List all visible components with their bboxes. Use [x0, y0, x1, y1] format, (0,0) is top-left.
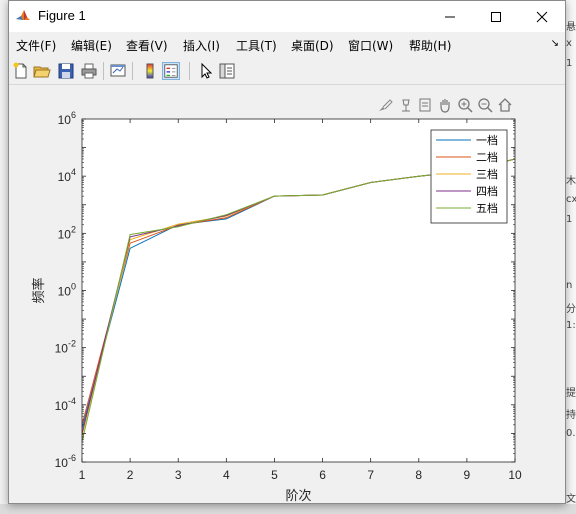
x-tick-label: 5 — [271, 468, 278, 482]
x-tick-label: 6 — [319, 468, 326, 482]
figure-window: Figure 1 文件(F) 编辑(E) 查看(V) 插入(I) 工具(T) 桌… — [8, 0, 566, 504]
x-tick-label: 4 — [223, 468, 230, 482]
bg-text: cx — [566, 194, 576, 205]
line-chart: 1 2 3 4 5 6 7 8 9 10 10-6 10-4 10-2 100 102 104 106 阶次 频率 一… — [31, 110, 522, 504]
bg-text: 提 — [566, 388, 576, 399]
bg-text: 分 — [566, 304, 576, 315]
legend-label: 二档 — [476, 150, 498, 164]
bg-text: 1: — [566, 320, 576, 331]
y-tick-label: 10-4 — [55, 396, 76, 413]
bg-text: 0. — [566, 428, 576, 439]
y-axis-label: 频率 — [31, 277, 47, 303]
x-axis-label: 阶次 — [285, 488, 311, 504]
bg-text: 悬 — [566, 22, 576, 33]
y-tick-label: 10-2 — [55, 339, 76, 356]
x-tick-label: 2 — [127, 468, 134, 482]
y-tick-label: 100 — [58, 282, 76, 299]
x-tick-label: 9 — [464, 468, 471, 482]
x-tick-label: 8 — [415, 468, 422, 482]
legend-label: 四档 — [476, 184, 498, 198]
y-tick-label: 10-6 — [55, 453, 76, 470]
x-tick-label: 10 — [508, 468, 522, 482]
y-tick-label: 102 — [58, 224, 76, 241]
x-tick-label: 7 — [367, 468, 374, 482]
legend-label: 五档 — [476, 201, 498, 215]
y-tick-label: 104 — [58, 167, 76, 184]
y-tick-label: 106 — [58, 110, 76, 127]
x-tick-label: 3 — [175, 468, 182, 482]
background-strip — [0, 504, 576, 514]
legend-label: 三档 — [476, 167, 498, 181]
bg-text: 文 — [566, 494, 576, 505]
bg-text: 持 — [566, 410, 576, 421]
x-tick-label: 1 — [79, 468, 86, 482]
legend: 一档二档三档四档五档 — [430, 129, 508, 224]
bg-text: 木 — [566, 176, 576, 187]
legend-label: 一档 — [476, 133, 498, 147]
